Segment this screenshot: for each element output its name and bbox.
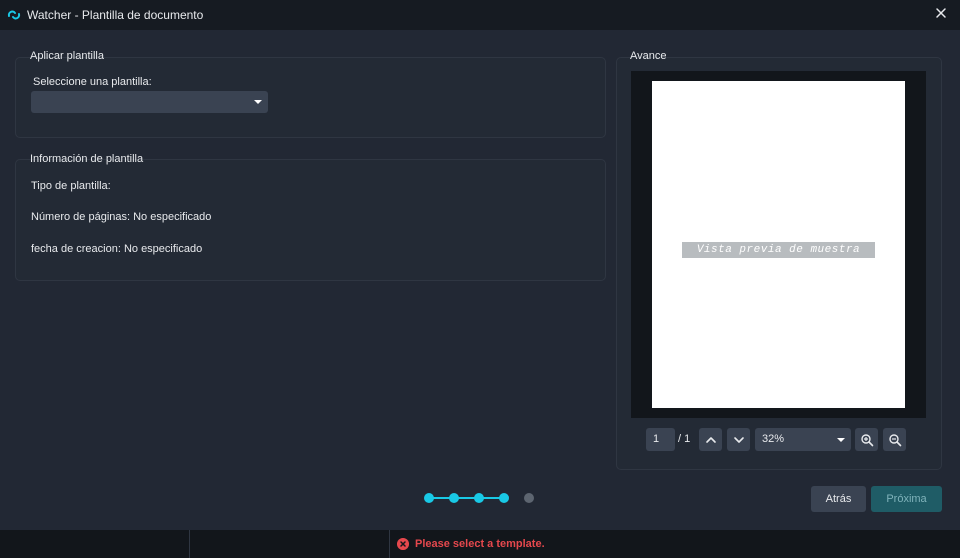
back-button[interactable]: Atrás [811,486,866,512]
chevron-down-icon [733,436,744,443]
caret-down-icon [837,438,845,442]
status-bar: Please select a template. [0,530,960,558]
progress-stepper [424,493,534,503]
status-message-text: Please select a template. [415,538,545,550]
zoom-in-icon [860,433,873,446]
chevron-up-icon [705,436,716,443]
page-number-input[interactable]: 1 [646,428,675,451]
preview-title: Avance [630,50,667,62]
page-total: / 1 [678,433,691,445]
apply-template-title: Aplicar plantilla [30,50,104,62]
stepper-line [429,497,504,499]
title-bar: Watcher - Plantilla de documento [0,0,960,30]
step-dot [449,493,459,503]
status-message: Please select a template. [397,538,545,550]
caret-down-icon [254,100,262,104]
previous-page-button[interactable] [699,428,722,451]
page-count-text: Número de páginas: No especificado [31,211,212,223]
error-icon [397,538,409,550]
close-icon[interactable] [934,6,948,20]
zoom-out-icon [888,433,901,446]
template-select[interactable] [31,91,268,113]
step-dot [524,493,534,503]
zoom-value: 32% [762,433,785,445]
template-type-text: Tipo de plantilla: [31,180,111,192]
zoom-in-button[interactable] [855,428,878,451]
next-page-button[interactable] [727,428,750,451]
preview-watermark: Vista previa de muestra [682,242,875,258]
window-title: Watcher - Plantilla de documento [27,8,204,22]
status-divider [189,530,190,558]
step-dot [474,493,484,503]
zoom-select[interactable]: 32% [755,428,851,451]
step-dot [499,493,509,503]
watcher-logo-icon [7,10,21,20]
template-select-label: Seleccione una plantilla: [33,76,152,88]
status-divider [389,530,390,558]
template-info-title: Información de plantilla [30,153,144,165]
creation-date-text: fecha de creacion: No especificado [31,243,203,255]
next-button[interactable]: Próxima [871,486,942,512]
zoom-out-button[interactable] [883,428,906,451]
step-dot [424,493,434,503]
